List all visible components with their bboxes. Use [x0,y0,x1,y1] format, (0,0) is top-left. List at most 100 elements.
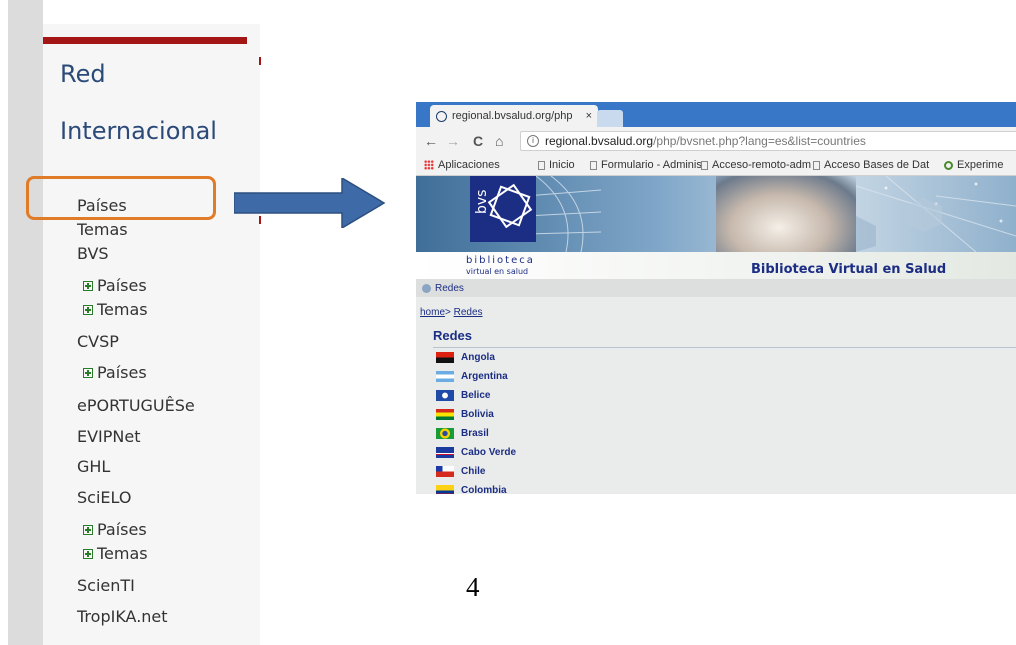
breadcrumb-separator: > [445,307,451,318]
country-link-colombia[interactable]: Colombia [436,485,507,494]
page-icon [538,160,545,170]
bvs-logo[interactable]: bvs [470,176,536,242]
expand-plus-icon[interactable] [83,280,93,291]
bullet-icon [422,283,431,293]
info-icon[interactable]: i [527,135,539,147]
country-link-chile[interactable]: Chile [436,466,485,477]
experiment-icon [944,160,953,170]
country-link-angola[interactable]: Angola [436,352,495,363]
page-number: 4 [466,572,480,602]
apps-grid-icon [424,160,434,170]
bookmark-label: Experime [957,159,1004,171]
bookmarks-bar: Aplicaciones Inicio Formulario - Adminis… [416,155,1016,176]
sidebar-subitem-label: Países [97,363,147,382]
country-link-brasil[interactable]: Brasil [436,428,489,439]
sidebar-subitem-scielo-temas[interactable]: Temas [83,544,148,563]
bvs-banner: bvs biblioteca virtual en salud Bibliote… [416,176,1016,279]
country-label: Brasil [461,428,489,439]
sidebar-subitem-cvsp-paises[interactable]: Países [83,363,147,382]
sidebar-subitem-bvs-temas[interactable]: Temas [83,300,148,319]
sidebar-top-strip [43,0,260,24]
country-link-bolivia[interactable]: Bolivia [436,409,494,420]
home-icon[interactable]: ⌂ [495,133,503,149]
sidebar-item-ghl[interactable]: GHL [77,457,110,476]
country-link-argentina[interactable]: Argentina [436,371,508,382]
bookmark-label: Formulario - Adminis [601,159,702,171]
bookmark-label: Acceso-remoto-adm [712,159,812,171]
bookmark-acceso-remoto[interactable]: Acceso-remoto-adm [701,159,811,171]
breadcrumb-home-link[interactable]: home [420,307,445,318]
expand-plus-icon[interactable] [83,304,93,315]
tab-bar: regional.bvsalud.org/php × [416,102,1016,127]
page-icon [813,160,820,170]
red-tick-mark [259,57,261,65]
bookmark-label: Aplicaciones [438,159,500,171]
section-title: Redes [433,328,473,343]
bookmark-apps[interactable]: Aplicaciones [424,159,500,171]
sidebar-item-tropika[interactable]: TropIKA.net [77,607,168,626]
browser-tab[interactable]: regional.bvsalud.org/php × [430,105,598,127]
sidebar [43,0,260,645]
bookmark-inicio[interactable]: Inicio [538,159,575,171]
sidebar-title-line2: Internacional [60,117,217,145]
breadcrumb-redes-link[interactable]: Redes [454,307,483,318]
expand-plus-icon[interactable] [83,367,93,378]
forward-arrow-icon[interactable]: → [446,133,460,149]
sidebar-item-bvs[interactable]: BVS [77,244,109,263]
sidebar-subitem-bvs-paises[interactable]: Países [83,276,147,295]
country-label: Cabo Verde [461,447,517,458]
flag-brasil-icon [436,428,454,439]
reload-icon[interactable]: C [473,133,483,149]
new-tab-button[interactable] [597,110,623,127]
tab-title: regional.bvsalud.org/php [452,110,573,122]
logo-hexagon-icon [487,183,533,229]
address-bar[interactable]: i regional.bvsalud.org/php/bvsnet.php?la… [520,131,1016,151]
flag-belice-icon [436,390,454,401]
sidebar-item-scielo[interactable]: SciELO [77,488,131,507]
bookmark-acceso-bases[interactable]: Acceso Bases de Dat [813,159,929,171]
page-icon [590,160,597,170]
sidebar-item-scienti[interactable]: ScienTI [77,576,135,595]
bookmark-label: Acceso Bases de Dat [824,159,930,171]
highlight-box [26,176,216,220]
sidebar-red-rule [43,37,247,44]
breadcrumb: home> Redes [420,307,483,318]
logo-virtual-en-salud: virtual en salud [466,267,529,276]
banner-title: Biblioteca Virtual en Salud [751,262,947,277]
country-link-cabo-verde[interactable]: Cabo Verde [436,447,516,458]
sidebar-item-cvsp[interactable]: CVSP [77,332,119,351]
sidebar-item-eportuguese[interactable]: ePORTUGUÊSe [77,396,195,415]
bookmark-experime[interactable]: Experime [944,159,1003,171]
expand-plus-icon[interactable] [83,524,93,535]
sidebar-subitem-label: Temas [97,300,148,319]
page-icon [701,160,708,170]
back-arrow-icon[interactable]: ← [424,133,438,149]
country-label: Belice [461,390,491,401]
flag-angola-icon [436,352,454,363]
country-label: Colombia [461,485,507,494]
sidebar-subitem-label: Países [97,520,147,539]
bookmark-label: Inicio [549,159,575,171]
flag-chile-icon [436,466,454,477]
logo-biblioteca: biblioteca [466,255,535,266]
tab-close-icon[interactable]: × [586,110,592,122]
country-label: Chile [461,466,486,477]
favicon-icon [436,110,447,122]
flag-cabo-verde-icon [436,447,454,458]
redes-strip-label: Redes [435,282,464,294]
url-domain: regional.bvsalud.org [545,134,654,148]
section-divider [433,347,1016,348]
sidebar-title-line1: Red [60,60,106,88]
sidebar-subitem-scielo-paises[interactable]: Países [83,520,147,539]
bookmark-formulario[interactable]: Formulario - Adminis [590,159,702,171]
sidebar-subitem-label: Temas [97,544,148,563]
navigation-bar: ← → C ⌂ i regional.bvsalud.org/php/bvsne… [416,127,1016,155]
redes-strip: Redes [416,279,1016,297]
browser-screenshot: regional.bvsalud.org/php × ← → C ⌂ i reg… [416,102,1016,494]
flag-colombia-icon [436,485,454,494]
expand-plus-icon[interactable] [83,548,93,559]
sidebar-item-evipnet[interactable]: EVIPNet [77,427,141,446]
country-link-belice[interactable]: Belice [436,390,490,401]
arrow-right-icon [234,178,386,228]
sidebar-item-temas[interactable]: Temas [77,220,128,239]
